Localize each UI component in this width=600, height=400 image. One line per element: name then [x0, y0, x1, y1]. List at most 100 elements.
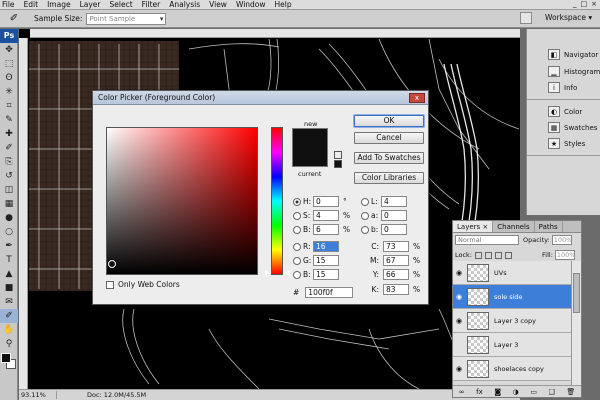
scrollbar-thumb[interactable]: [573, 273, 580, 313]
blend-mode-select[interactable]: Normal: [455, 235, 519, 245]
panel-histogram[interactable]: ▁ Histogram: [548, 66, 600, 77]
bridge-button[interactable]: [520, 12, 532, 24]
maximize-button[interactable]: □: [581, 0, 588, 8]
lightness-input[interactable]: 4: [381, 196, 407, 207]
foreground-color-swatch[interactable]: [1, 353, 11, 363]
clone-stamp-icon[interactable]: ⎘: [0, 155, 18, 169]
cyan-input[interactable]: 73: [383, 241, 409, 252]
panel-color[interactable]: ◐ Color: [548, 106, 582, 117]
layer-row[interactable]: ◉ UVs: [453, 261, 571, 285]
eyedropper-icon[interactable]: ✎: [0, 113, 18, 127]
layer-row[interactable]: Layer 3: [453, 333, 571, 357]
b-channel-input[interactable]: 0: [381, 224, 407, 235]
lasso-icon[interactable]: ʘ: [0, 71, 18, 85]
panel-navigator[interactable]: ◧ Navigator: [548, 49, 598, 60]
mask-icon[interactable]: ◙: [494, 388, 501, 396]
add-to-swatches-button[interactable]: Add To Swatches: [354, 152, 424, 164]
red-input[interactable]: 16: [313, 241, 339, 252]
close-button[interactable]: ×: [591, 0, 597, 8]
cancel-button[interactable]: Cancel: [354, 132, 424, 144]
saturation-radio[interactable]: [293, 211, 301, 220]
minimize-button[interactable]: _: [573, 0, 577, 8]
eyedropper-active-icon[interactable]: ✐: [0, 309, 18, 323]
dialog-titlebar[interactable]: Color Picker (Foreground Color) x: [93, 91, 428, 105]
dialog-close-button[interactable]: x: [409, 93, 425, 103]
group-icon[interactable]: ▭: [530, 388, 537, 396]
a-channel-input[interactable]: 0: [381, 210, 407, 221]
gradient-icon[interactable]: ▦: [0, 197, 18, 211]
new-layer-icon[interactable]: ❑: [548, 388, 554, 396]
menu-edit[interactable]: Edit: [24, 0, 39, 10]
ok-button[interactable]: OK: [354, 115, 424, 127]
brightness-input[interactable]: 6: [313, 224, 339, 235]
layer-row[interactable]: ◉ shoelaces copy: [453, 357, 571, 381]
shape-icon[interactable]: ■: [0, 281, 18, 295]
eye-icon[interactable]: ◉: [453, 293, 465, 301]
hue-slider[interactable]: [271, 127, 283, 275]
menu-select[interactable]: Select: [110, 0, 133, 10]
saturation-brightness-field[interactable]: [106, 127, 258, 275]
blur-icon[interactable]: ●: [0, 211, 18, 225]
web-safe-swatch[interactable]: [334, 160, 342, 168]
crop-icon[interactable]: ⌗: [0, 99, 18, 113]
history-brush-icon[interactable]: ↺: [0, 169, 18, 183]
green-radio[interactable]: [293, 256, 301, 265]
tab-paths[interactable]: Paths: [535, 221, 563, 232]
tab-channels[interactable]: Channels: [493, 221, 535, 232]
eye-icon[interactable]: ◉: [453, 269, 465, 277]
eye-icon[interactable]: ◉: [453, 365, 465, 373]
menu-image[interactable]: Image: [47, 0, 71, 10]
tab-layers[interactable]: Layers ×: [453, 221, 494, 232]
notes-icon[interactable]: ✉: [0, 295, 18, 309]
panel-info[interactable]: i Info: [548, 82, 577, 93]
a-channel-radio[interactable]: [361, 211, 369, 220]
green-input[interactable]: 15: [313, 255, 339, 266]
zoom-icon[interactable]: ⚲: [0, 337, 18, 351]
menu-view[interactable]: View: [209, 0, 227, 10]
menu-layer[interactable]: Layer: [80, 0, 101, 10]
blue-radio[interactable]: [293, 270, 301, 279]
opacity-input[interactable]: 100%: [551, 235, 572, 245]
saturation-input[interactable]: 4: [313, 210, 339, 221]
hex-input[interactable]: 100f0f: [305, 287, 354, 298]
eraser-icon[interactable]: ◫: [0, 183, 18, 197]
pen-icon[interactable]: ✒: [0, 239, 18, 253]
layer-list-scrollbar[interactable]: [571, 261, 581, 385]
adjustment-icon[interactable]: ◑: [513, 388, 519, 396]
b-channel-radio[interactable]: [361, 225, 369, 234]
lock-all-icon[interactable]: [505, 251, 513, 259]
move-icon[interactable]: ✥: [0, 43, 18, 57]
eye-icon[interactable]: ◉: [453, 317, 465, 325]
menu-analysis[interactable]: Analysis: [169, 0, 200, 10]
link-icon[interactable]: ∞: [459, 388, 465, 396]
current-color-swatch[interactable]: [292, 147, 328, 167]
fx-icon[interactable]: fx: [476, 388, 483, 396]
magic-wand-icon[interactable]: ✳: [0, 85, 18, 99]
panel-styles[interactable]: ★ Styles: [548, 138, 585, 149]
yellow-input[interactable]: 66: [383, 269, 409, 280]
path-select-icon[interactable]: ▲: [0, 267, 18, 281]
layer-row[interactable]: ◉ sole side: [453, 285, 571, 309]
magenta-input[interactable]: 67: [383, 255, 409, 266]
brush-icon[interactable]: ✐: [0, 141, 18, 155]
workspace-button[interactable]: Workspace ▾: [545, 13, 592, 22]
sample-size-select[interactable]: Point Sample ▾: [86, 12, 167, 25]
lock-position-icon[interactable]: [495, 251, 503, 259]
zoom-level[interactable]: 93.11%: [19, 391, 57, 399]
menu-filter[interactable]: Filter: [142, 0, 161, 10]
menu-help[interactable]: Help: [275, 0, 292, 10]
layer-row[interactable]: ◉ Layer 3 copy: [453, 309, 571, 333]
color-libraries-button[interactable]: Color Libraries: [354, 172, 424, 184]
lock-transparency-icon[interactable]: [475, 251, 483, 259]
menu-file[interactable]: File: [2, 0, 15, 10]
hue-slider-handle-right[interactable]: [285, 270, 290, 276]
brightness-radio[interactable]: [293, 225, 301, 234]
web-safe-cube-icon[interactable]: [334, 151, 342, 159]
healing-brush-icon[interactable]: ✚: [0, 127, 18, 141]
lock-pixels-icon[interactable]: [485, 251, 493, 259]
red-radio[interactable]: [293, 242, 301, 251]
panel-swatches[interactable]: ▦ Swatches: [548, 122, 597, 133]
only-web-colors-checkbox[interactable]: [106, 280, 114, 289]
color-field-marker[interactable]: [108, 260, 116, 268]
hue-radio[interactable]: [293, 197, 301, 206]
